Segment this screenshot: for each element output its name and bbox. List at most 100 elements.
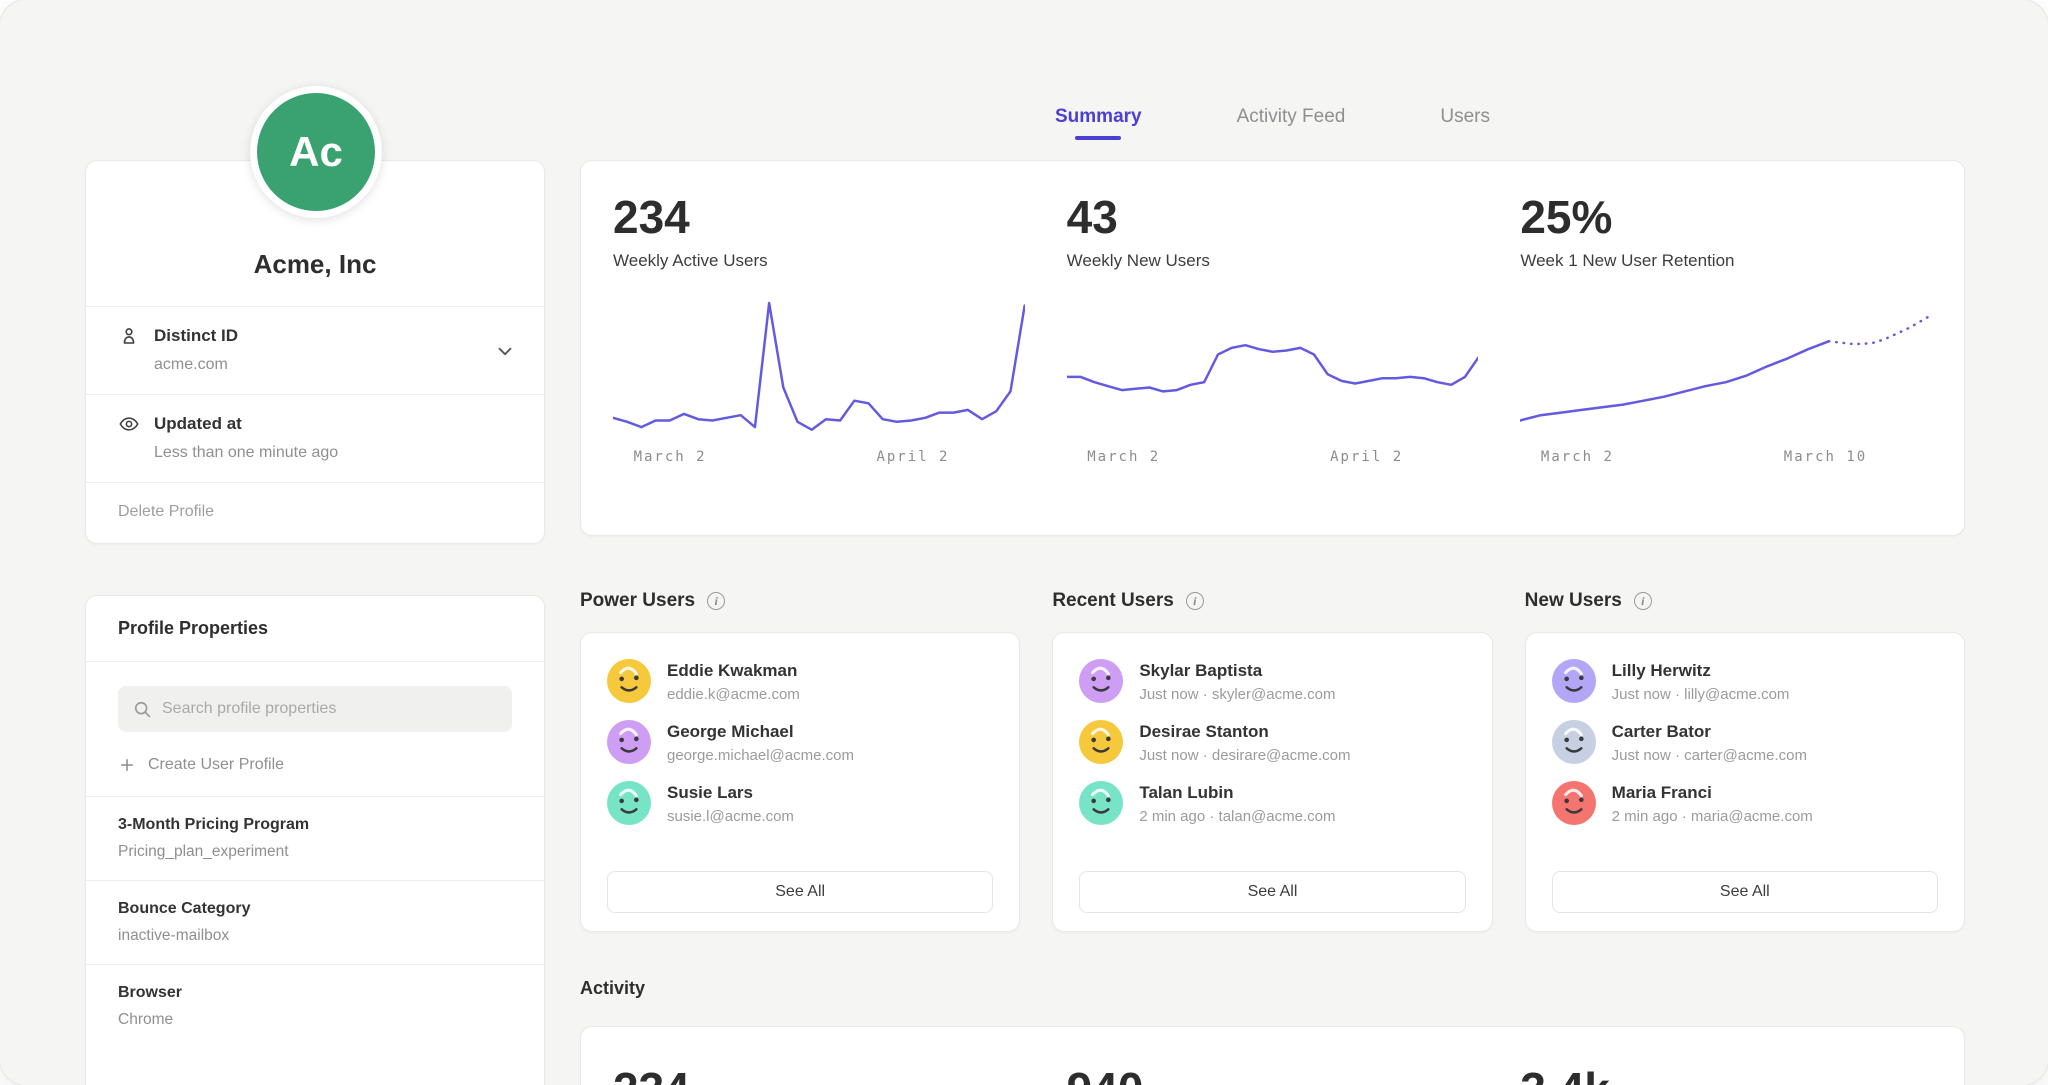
x-axis-end-label: March 10 bbox=[1784, 449, 1867, 465]
property-name: Bounce Category bbox=[118, 900, 512, 918]
profile-dashboard-window: Ac Acme, Inc Distinct ID acme.com bbox=[0, 0, 2048, 1085]
tab-activity-feed[interactable]: Activity Feed bbox=[1237, 106, 1346, 146]
active-tab-underline bbox=[1075, 136, 1121, 140]
info-icon[interactable]: i bbox=[1634, 592, 1652, 610]
distinct-id-label: Distinct ID bbox=[154, 326, 238, 346]
user-avatar bbox=[607, 720, 651, 764]
search-profile-properties-input[interactable] bbox=[118, 686, 512, 732]
property-value: Pricing_plan_experiment bbox=[118, 843, 512, 861]
create-user-profile-button[interactable]: Create User Profile bbox=[118, 756, 512, 774]
user-avatar bbox=[1552, 781, 1596, 825]
avatar-face-icon bbox=[1079, 720, 1123, 764]
user-detail: eddie.k@acme.com bbox=[667, 686, 800, 703]
user-name: George Michael bbox=[667, 720, 854, 742]
org-avatar: Ac bbox=[250, 86, 382, 218]
avatar-face-icon bbox=[1079, 659, 1123, 703]
property-row: Browser Chrome bbox=[86, 964, 544, 1048]
power-users-card: Eddie Kwakman eddie.k@acme.com George Mi… bbox=[580, 632, 1020, 932]
section-title-text: Power Users bbox=[580, 590, 695, 612]
chevron-down-icon[interactable] bbox=[494, 340, 516, 362]
user-name: Talan Lubin bbox=[1139, 781, 1335, 803]
user-avatar bbox=[1552, 720, 1596, 764]
create-user-profile-label: Create User Profile bbox=[148, 756, 284, 774]
user-detail: 2 min ago · maria@acme.com bbox=[1612, 808, 1813, 825]
tab-activity-feed-label: Activity Feed bbox=[1237, 106, 1346, 127]
stat-week1-retention: 25% Week 1 New User Retention March 2 Ma… bbox=[1520, 191, 1932, 515]
see-all-button[interactable]: See All bbox=[607, 871, 993, 913]
user-name: Maria Franci bbox=[1612, 781, 1813, 803]
power-users-section: Power Users i Eddie Kwakman eddie.k@acme… bbox=[580, 588, 1020, 932]
avatar-face-icon bbox=[1552, 659, 1596, 703]
avatar-face-icon bbox=[1079, 781, 1123, 825]
x-axis: March 2 April 2 bbox=[613, 449, 1025, 469]
search-wrap bbox=[118, 686, 512, 732]
tab-users[interactable]: Users bbox=[1440, 106, 1490, 146]
user-row[interactable]: Eddie Kwakman eddie.k@acme.com bbox=[607, 659, 993, 703]
x-axis-start-label: March 2 bbox=[1541, 449, 1614, 465]
user-row[interactable]: George Michael george.michael@acme.com bbox=[607, 720, 993, 764]
user-avatar bbox=[1552, 659, 1596, 703]
property-value: inactive-mailbox bbox=[118, 927, 512, 945]
recent-users-title: Recent Users i bbox=[1052, 588, 1492, 614]
tab-users-label: Users bbox=[1440, 106, 1490, 127]
stat-label: Weekly New Users bbox=[1067, 251, 1479, 271]
stat-weekly-new-users: 43 Weekly New Users March 2 April 2 bbox=[1067, 191, 1479, 515]
user-row[interactable]: Carter Bator Just now · carter@acme.com bbox=[1552, 720, 1938, 764]
x-axis-end-label: April 2 bbox=[1330, 449, 1403, 465]
avatar-face-icon bbox=[1552, 720, 1596, 764]
property-value: Chrome bbox=[118, 1011, 512, 1029]
tab-summary-label: Summary bbox=[1055, 106, 1142, 127]
user-detail: george.michael@acme.com bbox=[667, 747, 854, 764]
plus-icon bbox=[118, 756, 136, 774]
activity-section-title: Activity bbox=[580, 978, 645, 999]
user-row[interactable]: Maria Franci 2 min ago · maria@acme.com bbox=[1552, 781, 1938, 825]
user-row[interactable]: Talan Lubin 2 min ago · talan@acme.com bbox=[1079, 781, 1465, 825]
power-users-title: Power Users i bbox=[580, 588, 1020, 614]
weekly-active-users-chart bbox=[613, 295, 1025, 445]
user-sections: Power Users i Eddie Kwakman eddie.k@acme… bbox=[580, 588, 1965, 932]
delete-profile-button[interactable]: Delete Profile bbox=[86, 482, 544, 543]
stat-value: 25% bbox=[1520, 191, 1932, 243]
user-row[interactable]: Desirae Stanton Just now · desirare@acme… bbox=[1079, 720, 1465, 764]
week1-retention-chart bbox=[1520, 295, 1932, 445]
see-all-button[interactable]: See All bbox=[1079, 871, 1465, 913]
search-icon bbox=[132, 699, 152, 719]
updated-at-label: Updated at bbox=[154, 414, 242, 434]
user-name: Skylar Baptista bbox=[1139, 659, 1335, 681]
avatar-face-icon bbox=[1552, 781, 1596, 825]
info-icon[interactable]: i bbox=[707, 592, 725, 610]
property-name: Browser bbox=[118, 984, 512, 1002]
user-row[interactable]: Lilly Herwitz Just now · lilly@acme.com bbox=[1552, 659, 1938, 703]
property-name: 3-Month Pricing Program bbox=[118, 816, 512, 834]
new-users-title: New Users i bbox=[1525, 588, 1965, 614]
x-axis-end-label: April 2 bbox=[876, 449, 949, 465]
summary-stats-card: 234 Weekly Active Users March 2 April 2 … bbox=[580, 160, 1965, 536]
user-name: Lilly Herwitz bbox=[1612, 659, 1790, 681]
user-detail: Just now · desirare@acme.com bbox=[1139, 747, 1350, 764]
user-avatar bbox=[1079, 720, 1123, 764]
activity-card: 234 940 3.4k bbox=[580, 1026, 1965, 1085]
see-all-button[interactable]: See All bbox=[1552, 871, 1938, 913]
info-icon[interactable]: i bbox=[1186, 592, 1204, 610]
x-axis-start-label: March 2 bbox=[1087, 449, 1160, 465]
user-detail: Just now · lilly@acme.com bbox=[1612, 686, 1790, 703]
avatar-face-icon bbox=[607, 781, 651, 825]
avatar-face-icon bbox=[607, 659, 651, 703]
activity-stat-value: 940 bbox=[1067, 1063, 1479, 1085]
distinct-id-row[interactable]: Distinct ID acme.com bbox=[86, 306, 544, 394]
user-name: Susie Lars bbox=[667, 781, 794, 803]
user-detail: Just now · skyler@acme.com bbox=[1139, 686, 1335, 703]
user-row[interactable]: Skylar Baptista Just now · skyler@acme.c… bbox=[1079, 659, 1465, 703]
user-row[interactable]: Susie Lars susie.l@acme.com bbox=[607, 781, 993, 825]
user-avatar bbox=[1079, 659, 1123, 703]
new-users-section: New Users i Lilly Herwitz Just now · lil… bbox=[1525, 588, 1965, 932]
user-name: Carter Bator bbox=[1612, 720, 1807, 742]
section-title-text: Recent Users bbox=[1052, 590, 1173, 612]
new-users-card: Lilly Herwitz Just now · lilly@acme.com … bbox=[1525, 632, 1965, 932]
avatar-face-icon bbox=[607, 720, 651, 764]
updated-at-value: Less than one minute ago bbox=[154, 444, 512, 462]
user-name: Eddie Kwakman bbox=[667, 659, 800, 681]
tab-summary[interactable]: Summary bbox=[1055, 106, 1142, 146]
recent-users-section: Recent Users i Skylar Baptista Just now … bbox=[1052, 588, 1492, 932]
x-axis: March 2 April 2 bbox=[1067, 449, 1479, 469]
